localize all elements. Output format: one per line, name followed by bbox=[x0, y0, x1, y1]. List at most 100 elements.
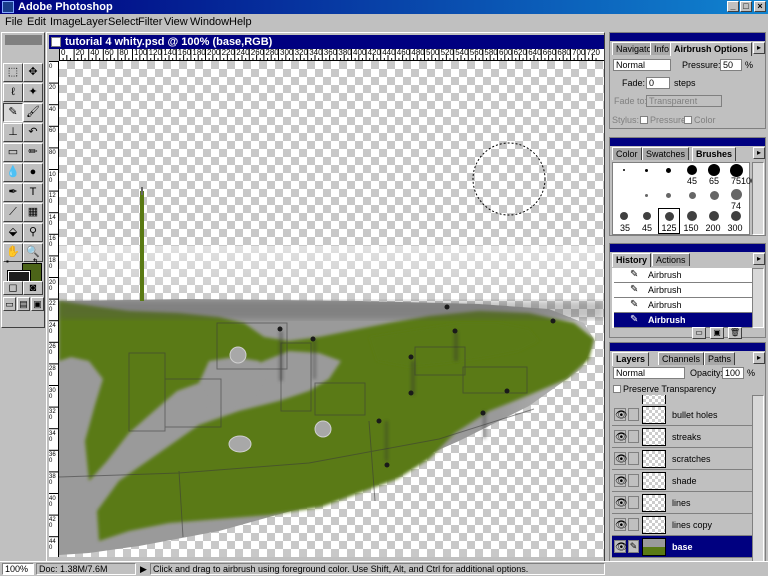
move-tool-icon[interactable]: ✥ bbox=[23, 63, 43, 82]
brush-preset[interactable] bbox=[643, 212, 651, 220]
eyedropper-tool-icon[interactable]: ⚲ bbox=[23, 223, 43, 242]
pencil-tool-icon[interactable]: ✏ bbox=[23, 143, 43, 162]
menu-file[interactable]: File bbox=[5, 15, 23, 29]
history-brush-tool-icon[interactable]: ↶ bbox=[23, 123, 43, 142]
menu-image[interactable]: Image bbox=[50, 15, 81, 29]
brush-preset[interactable] bbox=[620, 212, 628, 220]
status-arrow-icon[interactable]: ▶ bbox=[140, 563, 147, 575]
tab-history[interactable]: History bbox=[612, 253, 652, 267]
ruler-vertical[interactable]: 0 20 40 60 80 100 120 140 160 180 200 220 240 260 280 3… bbox=[49, 61, 59, 557]
visibility-eye-icon[interactable]: 👁 bbox=[614, 430, 628, 443]
full-screen-menu-mode-icon[interactable]: ▤ bbox=[17, 297, 30, 311]
brush-preset[interactable] bbox=[666, 168, 671, 173]
visibility-eye-icon[interactable]: 👁 bbox=[614, 452, 628, 465]
tab-airbrush-options[interactable]: Airbrush Options bbox=[670, 42, 752, 56]
default-colors-icon[interactable]: ▪ bbox=[6, 257, 9, 266]
layer-row-lines-copy[interactable]: 👁 lines copy bbox=[612, 514, 752, 536]
ruler-horizontal[interactable]: 0 20 40 60 80 100 120 140 160 180 200 220 240 260 280 3… bbox=[59, 49, 604, 61]
lasso-tool-icon[interactable]: ℓ bbox=[3, 83, 23, 102]
stylus-color-checkbox[interactable] bbox=[684, 116, 692, 124]
brush-preset[interactable] bbox=[623, 169, 625, 171]
dodge-tool-icon[interactable]: ● bbox=[23, 163, 43, 182]
maximize-button[interactable]: □ bbox=[740, 1, 752, 12]
menu-window[interactable]: Window bbox=[190, 15, 229, 29]
history-item[interactable]: ✎ Airbrush bbox=[614, 283, 752, 298]
tab-color[interactable]: Color bbox=[612, 147, 642, 160]
fade-to-select[interactable]: Transparent bbox=[646, 95, 722, 107]
paintbrush-tool-icon[interactable]: 🖌 bbox=[23, 103, 43, 122]
history-item[interactable]: ✎ Airbrush bbox=[614, 268, 752, 283]
visibility-eye-icon[interactable]: 👁 bbox=[614, 408, 628, 421]
tab-layers[interactable]: Layers bbox=[612, 352, 650, 366]
layer-row-shade[interactable]: 👁 shade bbox=[612, 470, 752, 492]
layer-row-base[interactable]: 👁 ✎ base bbox=[612, 536, 752, 558]
menu-help[interactable]: Help bbox=[229, 15, 252, 29]
close-button[interactable]: × bbox=[754, 1, 766, 12]
brush-preset[interactable] bbox=[731, 211, 741, 221]
history-item-selected[interactable]: ✎ Airbrush bbox=[614, 313, 752, 328]
palette-menu-button[interactable]: ▸ bbox=[753, 42, 765, 54]
brush-preset[interactable] bbox=[709, 211, 719, 221]
eraser-tool-icon[interactable]: ▭ bbox=[3, 143, 23, 162]
stylus-pressure-checkbox[interactable] bbox=[640, 116, 648, 124]
brush-preset[interactable] bbox=[645, 169, 648, 172]
menu-select[interactable]: Select bbox=[108, 15, 139, 29]
tab-channels[interactable]: Channels bbox=[658, 352, 705, 365]
new-document-from-state-icon[interactable]: ▭ bbox=[692, 327, 706, 339]
menu-view[interactable]: View bbox=[164, 15, 188, 29]
blend-mode-select[interactable]: Normal bbox=[613, 59, 671, 71]
menu-layer[interactable]: Layer bbox=[80, 15, 108, 29]
tab-paths[interactable]: Paths bbox=[704, 352, 736, 365]
palette-menu-button[interactable]: ▸ bbox=[753, 352, 765, 364]
gradient-tool-icon[interactable]: ▦ bbox=[23, 203, 43, 222]
menu-filter[interactable]: Filter bbox=[138, 15, 162, 29]
pressure-input[interactable]: 50 bbox=[720, 59, 742, 71]
preserve-transparency-checkbox[interactable] bbox=[613, 385, 621, 393]
visibility-eye-icon[interactable]: 👁 bbox=[614, 540, 628, 553]
menu-edit[interactable]: Edit bbox=[27, 15, 46, 29]
pen-tool-icon[interactable]: ✒ bbox=[3, 183, 23, 202]
fade-input[interactable]: 0 bbox=[646, 77, 670, 89]
brush-preset[interactable] bbox=[687, 211, 697, 221]
layer-row-scratches[interactable]: 👁 scratches bbox=[612, 448, 752, 470]
visibility-eye-icon[interactable]: 👁 bbox=[614, 518, 628, 531]
swap-colors-icon[interactable]: ↰ bbox=[32, 257, 39, 266]
visibility-eye-icon[interactable]: 👁 bbox=[614, 474, 628, 487]
magic-wand-tool-icon[interactable]: ✦ bbox=[23, 83, 43, 102]
blur-tool-icon[interactable]: 💧 bbox=[3, 163, 23, 182]
rubber-stamp-tool-icon[interactable]: ⊥ bbox=[3, 123, 23, 142]
type-tool-icon[interactable]: T bbox=[23, 183, 43, 202]
brush-preset[interactable] bbox=[731, 189, 742, 200]
new-snapshot-icon[interactable]: ▣ bbox=[710, 327, 724, 339]
airbrush-tool-icon[interactable]: ✎ bbox=[3, 103, 23, 122]
visibility-eye-icon[interactable]: 👁 bbox=[614, 496, 628, 509]
paint-bucket-tool-icon[interactable]: ⬙ bbox=[3, 223, 23, 242]
layer-row-lines[interactable]: 👁 lines bbox=[612, 492, 752, 514]
standard-mode-icon[interactable]: ◻ bbox=[3, 281, 23, 295]
tab-actions[interactable]: Actions bbox=[652, 253, 690, 266]
brush-preset[interactable] bbox=[687, 165, 697, 175]
palette-menu-button[interactable]: ▸ bbox=[753, 253, 765, 265]
brush-preset[interactable] bbox=[665, 212, 674, 221]
layer-row-bullet-holes[interactable]: 👁 bullet holes bbox=[612, 404, 752, 426]
brush-preset[interactable] bbox=[645, 194, 648, 197]
layers-scrollbar[interactable] bbox=[752, 395, 764, 563]
tab-brushes[interactable]: Brushes bbox=[692, 147, 737, 161]
trash-icon[interactable]: 🗑 bbox=[728, 327, 742, 339]
history-item[interactable]: ✎ Airbrush bbox=[614, 298, 752, 313]
opacity-input[interactable]: 100 bbox=[722, 367, 744, 379]
standard-screen-mode-icon[interactable]: ▭ bbox=[3, 297, 16, 311]
full-screen-mode-icon[interactable]: ▣ bbox=[31, 297, 44, 311]
measure-tool-icon[interactable]: ⟋ bbox=[3, 203, 23, 222]
brush-preset[interactable] bbox=[689, 192, 696, 199]
marquee-tool-icon[interactable]: ⬚ bbox=[3, 63, 23, 82]
image-canvas[interactable] bbox=[59, 61, 604, 557]
brush-preset[interactable] bbox=[708, 164, 720, 176]
layer-blend-mode-select[interactable]: Normal bbox=[613, 367, 685, 379]
brush-grid[interactable]: 45 65 75 100 74 35 45 125 150 200 300 bbox=[612, 162, 756, 235]
minimize-button[interactable]: _ bbox=[727, 1, 739, 12]
palette-menu-button[interactable]: ▸ bbox=[753, 147, 765, 159]
tab-swatches[interactable]: Swatches bbox=[642, 147, 690, 160]
layer-row-streaks[interactable]: 👁 streaks bbox=[612, 426, 752, 448]
brush-preset[interactable] bbox=[666, 193, 671, 198]
